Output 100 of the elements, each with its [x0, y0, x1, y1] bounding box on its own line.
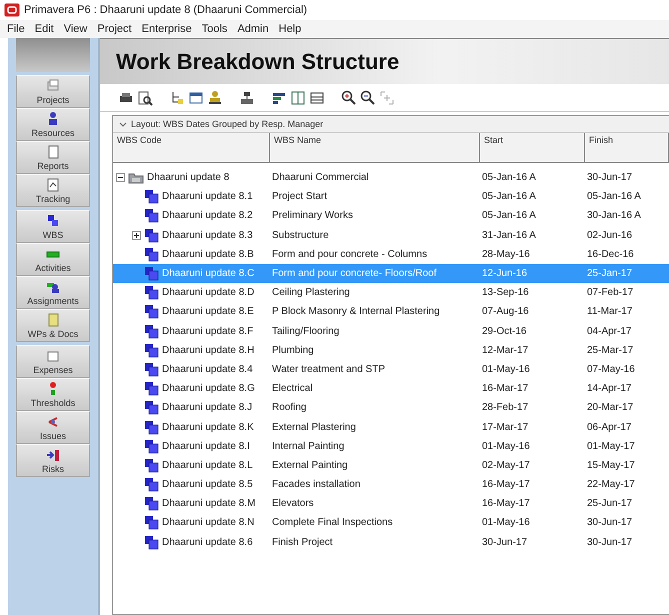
sidebar-button[interactable]: WBS — [16, 210, 90, 243]
menu-item[interactable]: Edit — [30, 23, 59, 35]
table-row[interactable]: Dhaaruni update 8.J Roofing 28-Feb-17 20-Mar-17 — [113, 398, 669, 418]
table-cell-text: 05-Jan-16 A — [481, 210, 537, 222]
table-row[interactable]: Dhaaruni update 8.F Tailing/Flooring 29-Oct-16 04-Apr-17 — [113, 322, 669, 341]
menu-item[interactable]: View — [58, 23, 92, 35]
table-row[interactable]: Dhaaruni update 8.1 Project Start 05-Jan-16 A 05-Jan-16 A — [113, 187, 669, 206]
table-cell: Dhaaruni update 8.1 — [162, 191, 253, 202]
page-magnifier-icon[interactable] — [137, 90, 153, 106]
column-header[interactable]: Finish — [585, 133, 669, 163]
wbs-icon — [144, 246, 159, 262]
wbs-icon — [144, 285, 159, 300]
hierarchy-icon[interactable] — [239, 90, 255, 106]
table-cell-text: 01-May-17 — [586, 440, 636, 452]
table-row[interactable]: Dhaaruni update 8.D Ceiling Plastering 13-Sep-16 07-Feb-17 — [113, 283, 669, 302]
table-row[interactable]: Dhaaruni update 8.2 Preliminary Works 05-Jan-16 A 30-Jan-16 A — [113, 206, 669, 226]
sidebar-button[interactable]: Thresholds — [16, 378, 90, 411]
table-cell: Dhaaruni update 8.4 — [162, 364, 253, 375]
column-header[interactable]: WBS Name — [270, 133, 480, 163]
table-row[interactable]: Dhaaruni update 8.H Plumbing 12-Mar-17 25-Mar-17 — [113, 340, 669, 360]
table-cell-text: 25-Jun-17 — [586, 498, 634, 510]
table-cell-text: 25-Jan-17 — [586, 268, 634, 280]
table-cell-text: 14-Apr-17 — [586, 383, 632, 394]
wbs-icon — [144, 208, 159, 224]
column-header[interactable]: WBS Code — [113, 133, 270, 163]
sidebar-button[interactable]: Assignments — [16, 276, 90, 309]
wbs-icon — [144, 496, 159, 512]
chevron-icon[interactable] — [119, 120, 127, 128]
sidebar-button[interactable]: WPs & Docs — [16, 309, 90, 342]
sidebar-button[interactable]: Issues — [16, 411, 90, 444]
chart-page-icon — [45, 177, 61, 193]
table-cell-text: 01-May-16 — [481, 364, 531, 375]
table-row[interactable]: Dhaaruni update 8.3 Substructure 31-Jan-16 A 02-Jun-16 — [113, 226, 669, 245]
sidebar-button[interactable]: Resources — [16, 108, 90, 141]
sidebar-button[interactable]: Expenses — [16, 345, 90, 378]
table-cell-text: 02-May-17 — [481, 460, 531, 471]
menu-item[interactable]: File — [2, 23, 30, 35]
table-row[interactable]: Dhaaruni update 8 Dhaaruni Commercial 05-Jan-16 A 30-Jun-17 — [113, 168, 669, 188]
table-cell-text: Tailing/Flooring — [271, 326, 340, 337]
table-cell-text: 30-Jan-16 A — [586, 210, 642, 222]
window-icon[interactable] — [188, 90, 204, 106]
table-cell-text: Internal Painting — [271, 440, 346, 452]
table-row[interactable]: Dhaaruni update 8.B Form and pour concrete - Columns 28-May-16 16-Dec-16 — [113, 244, 669, 264]
table-cell-text: 16-May-17 — [481, 498, 531, 510]
table-cell-text: 13-Sep-16 — [481, 287, 530, 298]
table-row[interactable]: Dhaaruni update 8.L External Painting 02-May-17 15-May-17 — [113, 456, 669, 475]
table-cell: Dhaaruni update 8.2 — [162, 210, 253, 222]
menu-item[interactable]: Admin — [232, 23, 274, 35]
table-cell-text: 15-May-17 — [586, 460, 636, 471]
table-cell-text: 16-Mar-17 — [481, 383, 530, 394]
table-cell-text: 01-May-16 — [481, 440, 531, 452]
menu-item[interactable]: Tools — [196, 23, 232, 35]
column-header[interactable]: Start — [480, 133, 585, 163]
table-row[interactable]: Dhaaruni update 8.I Internal Painting 01-May-16 01-May-17 — [113, 436, 669, 456]
menu-item[interactable]: Enterprise — [136, 23, 197, 35]
table-cell-text: 29-Oct-16 — [481, 326, 528, 337]
table-cell-text: 07-Aug-16 — [481, 306, 530, 318]
table-cell-text: Finish Project — [271, 536, 334, 548]
table-cell-text: Complete Final Inspections — [271, 517, 394, 528]
sidebar-button[interactable]: Projects — [16, 75, 90, 108]
sidebar-button[interactable]: Risks — [16, 444, 90, 477]
table-row[interactable]: Dhaaruni update 8.G Electrical 16-Mar-17 14-Apr-17 — [113, 379, 669, 398]
table-cell-text: 06-Apr-17 — [586, 422, 632, 433]
table-cell-text: Project Start — [271, 191, 328, 202]
table-cell-text: Preliminary Works — [271, 210, 354, 222]
table-cell: Dhaaruni update 8.5 — [162, 479, 253, 490]
zoom-in-icon[interactable] — [341, 90, 357, 106]
table-cell-text: 30-Jun-17 — [481, 536, 528, 548]
table-row[interactable]: Dhaaruni update 8.6 Finish Project 30-Jun-17 30-Jun-17 — [113, 532, 669, 552]
sidebar-button[interactable]: Reports — [16, 141, 90, 174]
table-cell-text: Dhaaruni Commercial — [271, 172, 370, 184]
expand-icon[interactable] — [132, 230, 141, 240]
sidebar-button[interactable]: Activities — [16, 243, 90, 276]
table-cell: Dhaaruni update 8.E — [162, 306, 254, 318]
collapse-icon[interactable] — [116, 173, 125, 182]
table-row[interactable]: Dhaaruni update 8.N Complete Final Inspections 01-May-16 30-Jun-17 — [113, 513, 669, 533]
table-row[interactable]: Dhaaruni update 8.5 Facades installation 16-May-17 22-May-17 — [113, 475, 669, 494]
wbs-icon — [144, 189, 159, 204]
table-cell-text: Plumbing — [271, 344, 315, 356]
menu-item[interactable]: Help — [274, 23, 306, 35]
table-icon[interactable] — [309, 90, 325, 106]
sidebar-button[interactable]: Tracking — [16, 174, 90, 207]
table-row[interactable]: Dhaaruni update 8.M Elevators 16-May-17 25-Jun-17 — [113, 494, 669, 514]
wbs-icon — [144, 342, 159, 358]
table-cell: Dhaaruni update 8.M — [162, 498, 256, 510]
table-row[interactable]: Dhaaruni update 8.4 Water treatment and STP 01-May-16 07-May-16 — [113, 360, 669, 380]
wbs-icon — [144, 515, 159, 530]
table-row[interactable]: Dhaaruni update 8.E P Block Masonry & Internal Plastering 07-Aug-16 11-Mar-17 — [113, 302, 669, 322]
menu-item[interactable]: Project — [92, 23, 137, 35]
book-icon[interactable] — [290, 90, 306, 106]
table-cell: Dhaaruni update 8.D — [162, 287, 254, 298]
table-row[interactable]: Dhaaruni update 8.K External Plastering 17-Mar-17 06-Apr-17 — [113, 417, 669, 437]
wbs-icon — [144, 324, 159, 339]
wbs-icon — [144, 381, 159, 396]
table-cell-text: External Plastering — [271, 422, 357, 433]
wbs-icon — [144, 400, 159, 416]
table-cell-text: 20-Mar-17 — [586, 402, 634, 414]
people-icon[interactable] — [207, 90, 223, 106]
table-cell-text: 30-Jun-17 — [586, 517, 634, 528]
zoom-out-icon[interactable] — [360, 90, 376, 106]
